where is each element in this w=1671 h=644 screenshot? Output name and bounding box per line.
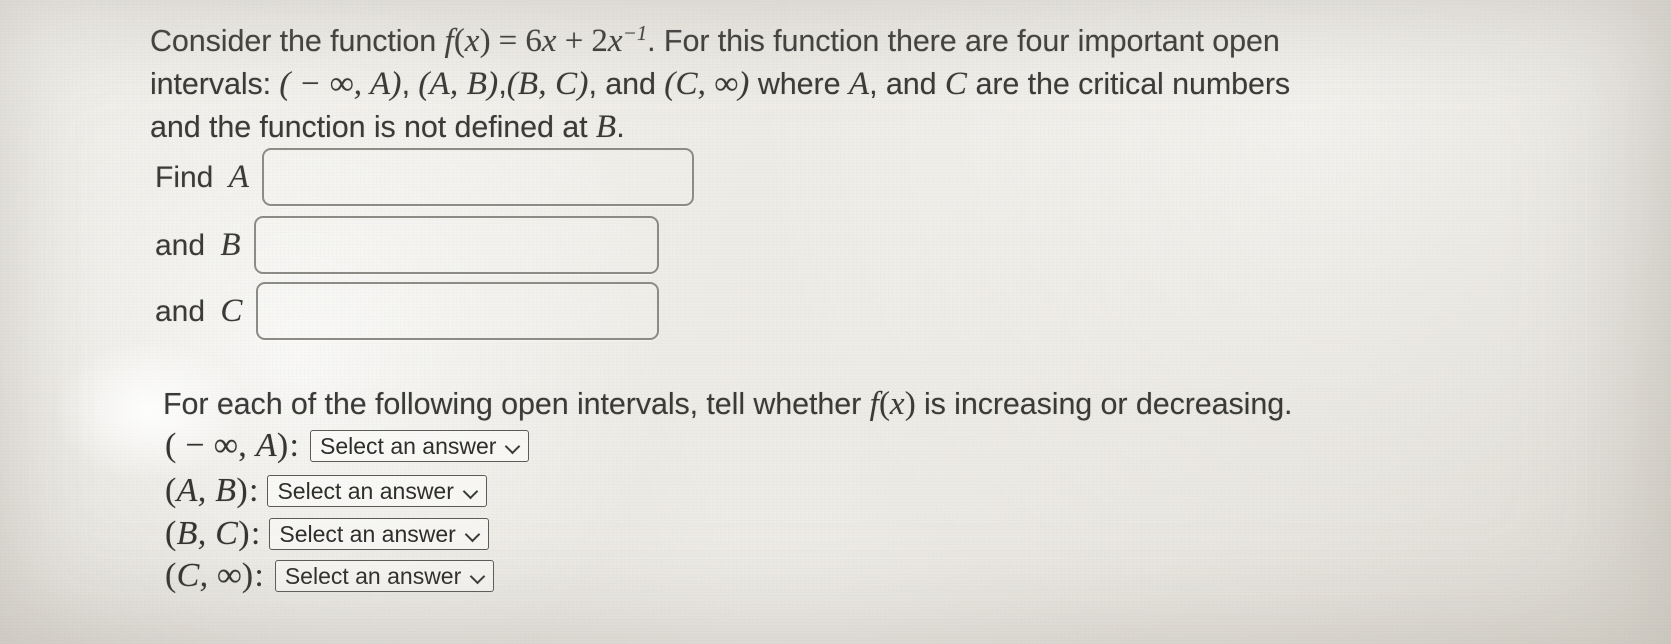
interval-1-prefix: − ∞, — [176, 427, 256, 464]
select-answer-dropdown-C-inf[interactable]: Select an answer — [274, 560, 495, 592]
separator-and: , and — [588, 67, 665, 102]
statement-text: Consider the function — [150, 24, 445, 59]
where-text: where — [749, 67, 849, 102]
separator-1: , — [401, 67, 419, 102]
answer-row-A: Find A — [155, 148, 695, 206]
function-expression: f(x) = 6x + 2x−1 — [444, 21, 648, 60]
not-defined-text: and the function is not defined at — [150, 110, 596, 145]
interval-row-neg-inf-A: ( − ∞, A): Select an answer — [165, 427, 530, 465]
interval-2-close: ) — [236, 472, 248, 509]
statement-line-1: Consider the function f(x) = 6x + 2x−1. … — [150, 12, 1450, 63]
answer-label-B-var: B — [220, 226, 241, 263]
answer-label-A-text: Find — [155, 160, 222, 194]
interval-2-var: A, B — [176, 472, 237, 509]
fx-expression: f(x) — [869, 386, 916, 422]
chevron-down-icon — [463, 484, 478, 499]
function-variable: x — [464, 23, 480, 60]
variable-C: C — [944, 66, 968, 103]
statement-line-3: and the function is not defined at B. — [150, 106, 1450, 149]
interval-B-C: (B, C) — [506, 66, 589, 103]
problem-content: Consider the function f(x) = 6x + 2x−1. … — [0, 0, 1671, 644]
select-answer-dropdown-neg-inf-A[interactable]: Select an answer — [310, 430, 530, 462]
fx-variable: x — [889, 386, 905, 422]
critical-numbers-text: are the critical numbers — [967, 67, 1291, 102]
select-answer-value-4: Select an answer — [284, 562, 462, 589]
interval-label-A-B: (A, B) — [165, 472, 248, 510]
intervals-lead-in: intervals: — [150, 67, 280, 102]
interval-4-var: C, ∞ — [176, 557, 242, 594]
interval-label-C-inf: (C, ∞) — [165, 557, 253, 595]
interval-1-var: A — [255, 427, 277, 464]
interval-label-B-C: (B, C) — [165, 515, 250, 553]
interval-2-open: ( — [165, 472, 177, 509]
chevron-down-icon — [470, 569, 485, 584]
fx-function-name: f — [869, 386, 879, 422]
answer-input-C[interactable] — [255, 282, 659, 340]
interval-1-open: ( — [165, 427, 177, 464]
interval-2-colon: : — [249, 472, 259, 509]
chevron-down-icon — [505, 439, 520, 454]
paren-open: ( — [453, 23, 465, 60]
interval-4-close: ) — [241, 557, 254, 594]
select-answer-dropdown-B-C[interactable]: Select an answer — [269, 518, 489, 550]
select-answer-value-3: Select an answer — [279, 520, 456, 547]
answer-row-B: and B — [155, 216, 659, 274]
interval-row-A-B: (A, B): Select an answer — [165, 472, 487, 510]
interval-row-C-inf: (C, ∞): Select an answer — [165, 557, 495, 595]
interval-3-var: B, C — [176, 515, 239, 552]
function-name: f — [444, 23, 454, 60]
interval-C-inf: (C, ∞) — [664, 66, 750, 103]
term-x-2: x — [607, 23, 623, 60]
and-text: , and — [869, 67, 945, 102]
answer-label-C: and C — [155, 293, 243, 330]
answer-label-B: and B — [155, 227, 241, 264]
answer-label-C-var: C — [220, 292, 243, 329]
interval-neg-inf-A: ( − ∞, A) — [279, 66, 402, 103]
answer-row-C: and C — [155, 282, 659, 340]
prompt2-text-2: is increasing or decreasing. — [915, 387, 1293, 421]
answer-label-B-text: and — [155, 228, 214, 262]
prompt2-text-1: For each of the following open intervals… — [163, 387, 870, 421]
interval-label-neg-inf-A: ( − ∞, A) — [165, 427, 289, 465]
interval-1-close: ) — [276, 427, 289, 464]
fx-paren-open: ( — [878, 386, 890, 422]
plus-sign: + — [556, 23, 592, 60]
coefficient-6: 6 — [525, 23, 542, 60]
variable-A: A — [848, 66, 870, 103]
answer-label-A-var: A — [228, 158, 250, 195]
scanned-worksheet-page: Consider the function f(x) = 6x + 2x−1. … — [0, 0, 1671, 644]
equals-sign: = — [490, 23, 526, 60]
statement-line-2: intervals: ( − ∞, A), (A, B),(B, C), and… — [150, 63, 1450, 106]
select-answer-value-1: Select an answer — [320, 432, 497, 459]
answer-label-A: Find A — [155, 159, 249, 196]
coefficient-2: 2 — [591, 23, 608, 60]
answer-input-A[interactable] — [262, 148, 695, 206]
interval-4-open: ( — [165, 557, 177, 594]
interval-3-close: ) — [238, 515, 250, 552]
separator-2: , — [498, 67, 507, 102]
exponent-minus-one: −1 — [622, 21, 648, 45]
answer-label-C-text: and — [155, 294, 214, 328]
period: . — [616, 110, 625, 145]
term-x-1: x — [541, 23, 557, 60]
fx-paren-close: ) — [904, 386, 916, 422]
interval-3-colon: : — [250, 515, 261, 552]
interval-4-colon: : — [254, 557, 264, 594]
statement-text-cont: . For this function there are four impor… — [647, 24, 1280, 59]
interval-A-B: (A, B) — [418, 66, 499, 103]
interval-3-open: ( — [165, 515, 177, 552]
select-answer-value-2: Select an answer — [277, 477, 454, 504]
increasing-decreasing-prompt: For each of the following open intervals… — [163, 383, 1463, 426]
variable-B: B — [595, 109, 617, 146]
answer-input-B[interactable] — [253, 216, 659, 274]
select-answer-dropdown-A-B[interactable]: Select an answer — [267, 475, 487, 507]
interval-row-B-C: (B, C): Select an answer — [165, 515, 489, 553]
interval-1-colon: : — [289, 427, 299, 464]
chevron-down-icon — [465, 527, 480, 542]
paren-close: ) — [479, 23, 491, 60]
problem-statement: Consider the function f(x) = 6x + 2x−1. … — [150, 12, 1450, 149]
